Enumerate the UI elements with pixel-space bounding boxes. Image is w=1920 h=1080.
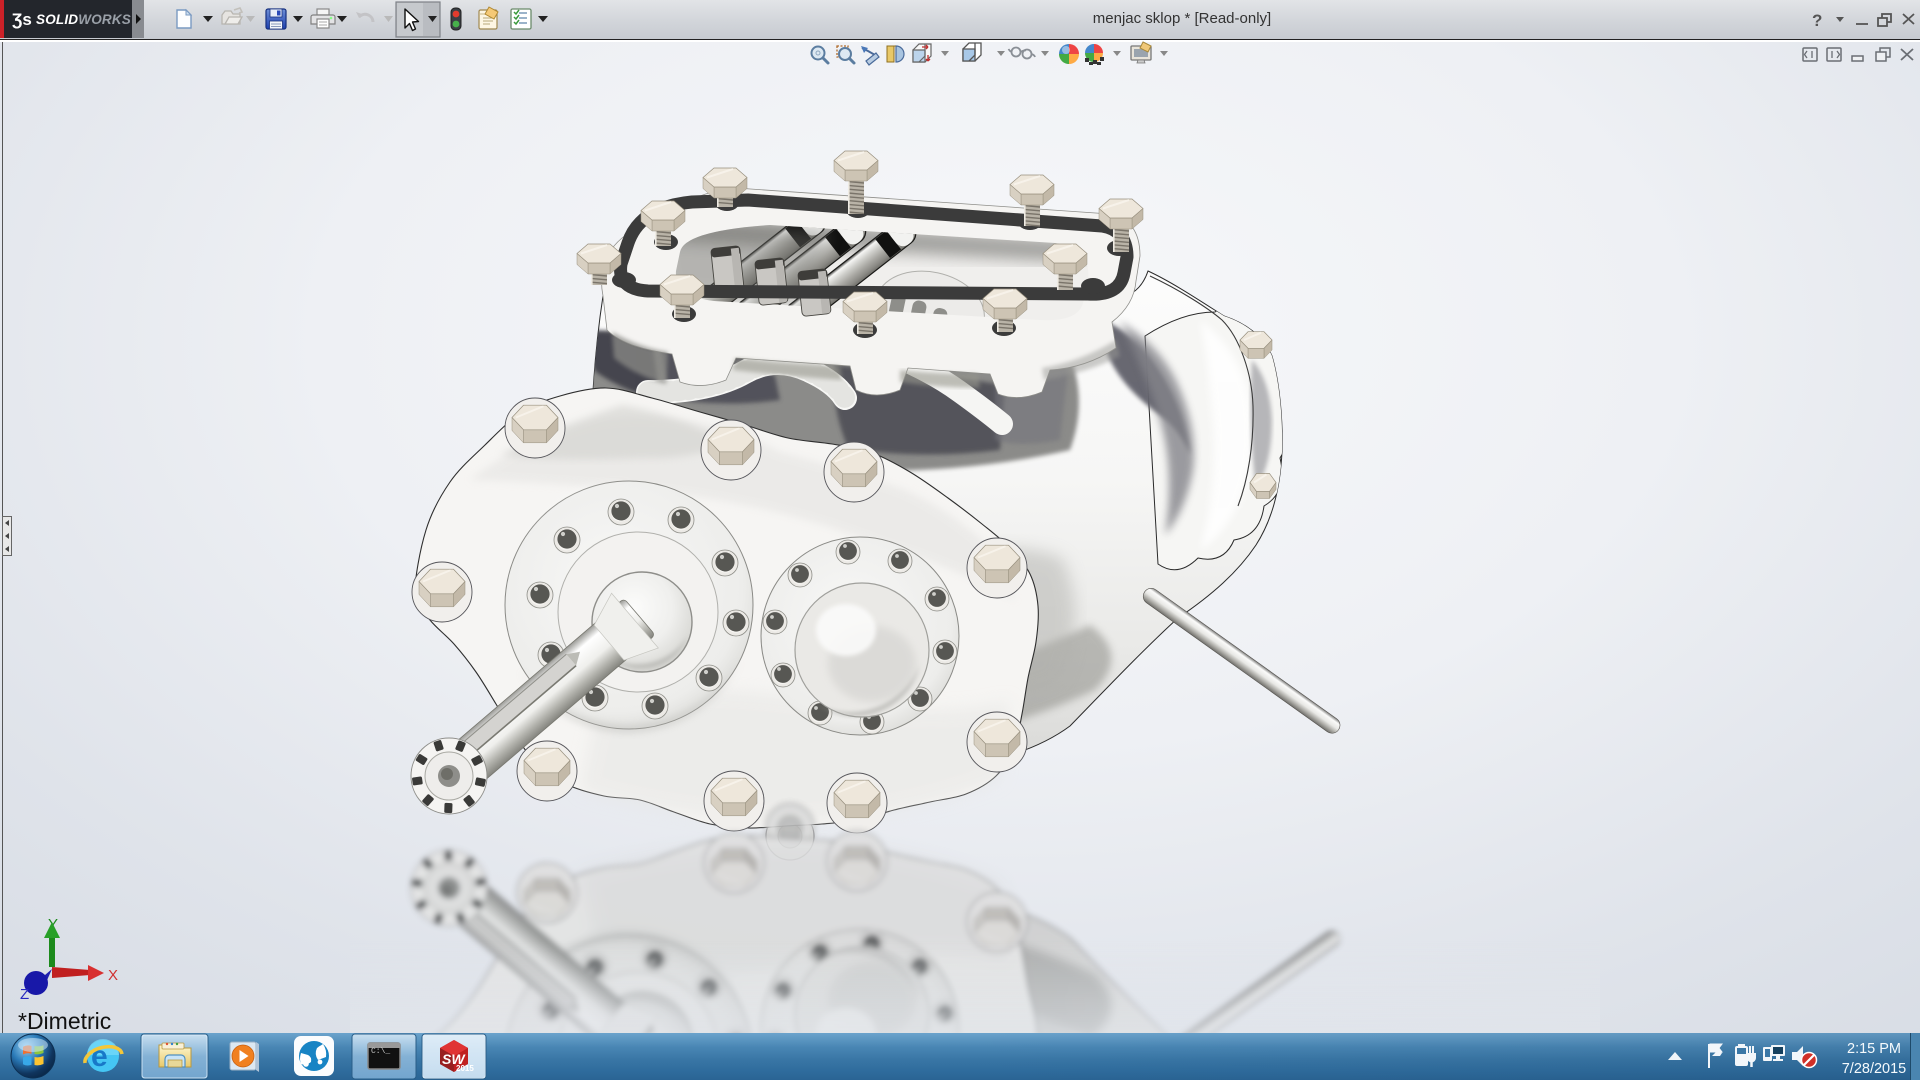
svg-text:Z: Z <box>20 986 29 1003</box>
svg-text:?: ? <box>1812 11 1822 30</box>
svg-text:2:15 PM: 2:15 PM <box>1847 1041 1901 1057</box>
svg-text:7/28/2015: 7/28/2015 <box>1842 1061 1907 1077</box>
svg-text:Ʒs: Ʒs <box>12 10 32 29</box>
svg-text:C:\_: C:\_ <box>371 1047 390 1056</box>
svg-text:X: X <box>108 967 118 984</box>
svg-text:SOLIDWORKS: SOLIDWORKS <box>36 12 131 27</box>
svg-text:e: e <box>91 1040 108 1073</box>
svg-text:2015: 2015 <box>456 1064 474 1073</box>
